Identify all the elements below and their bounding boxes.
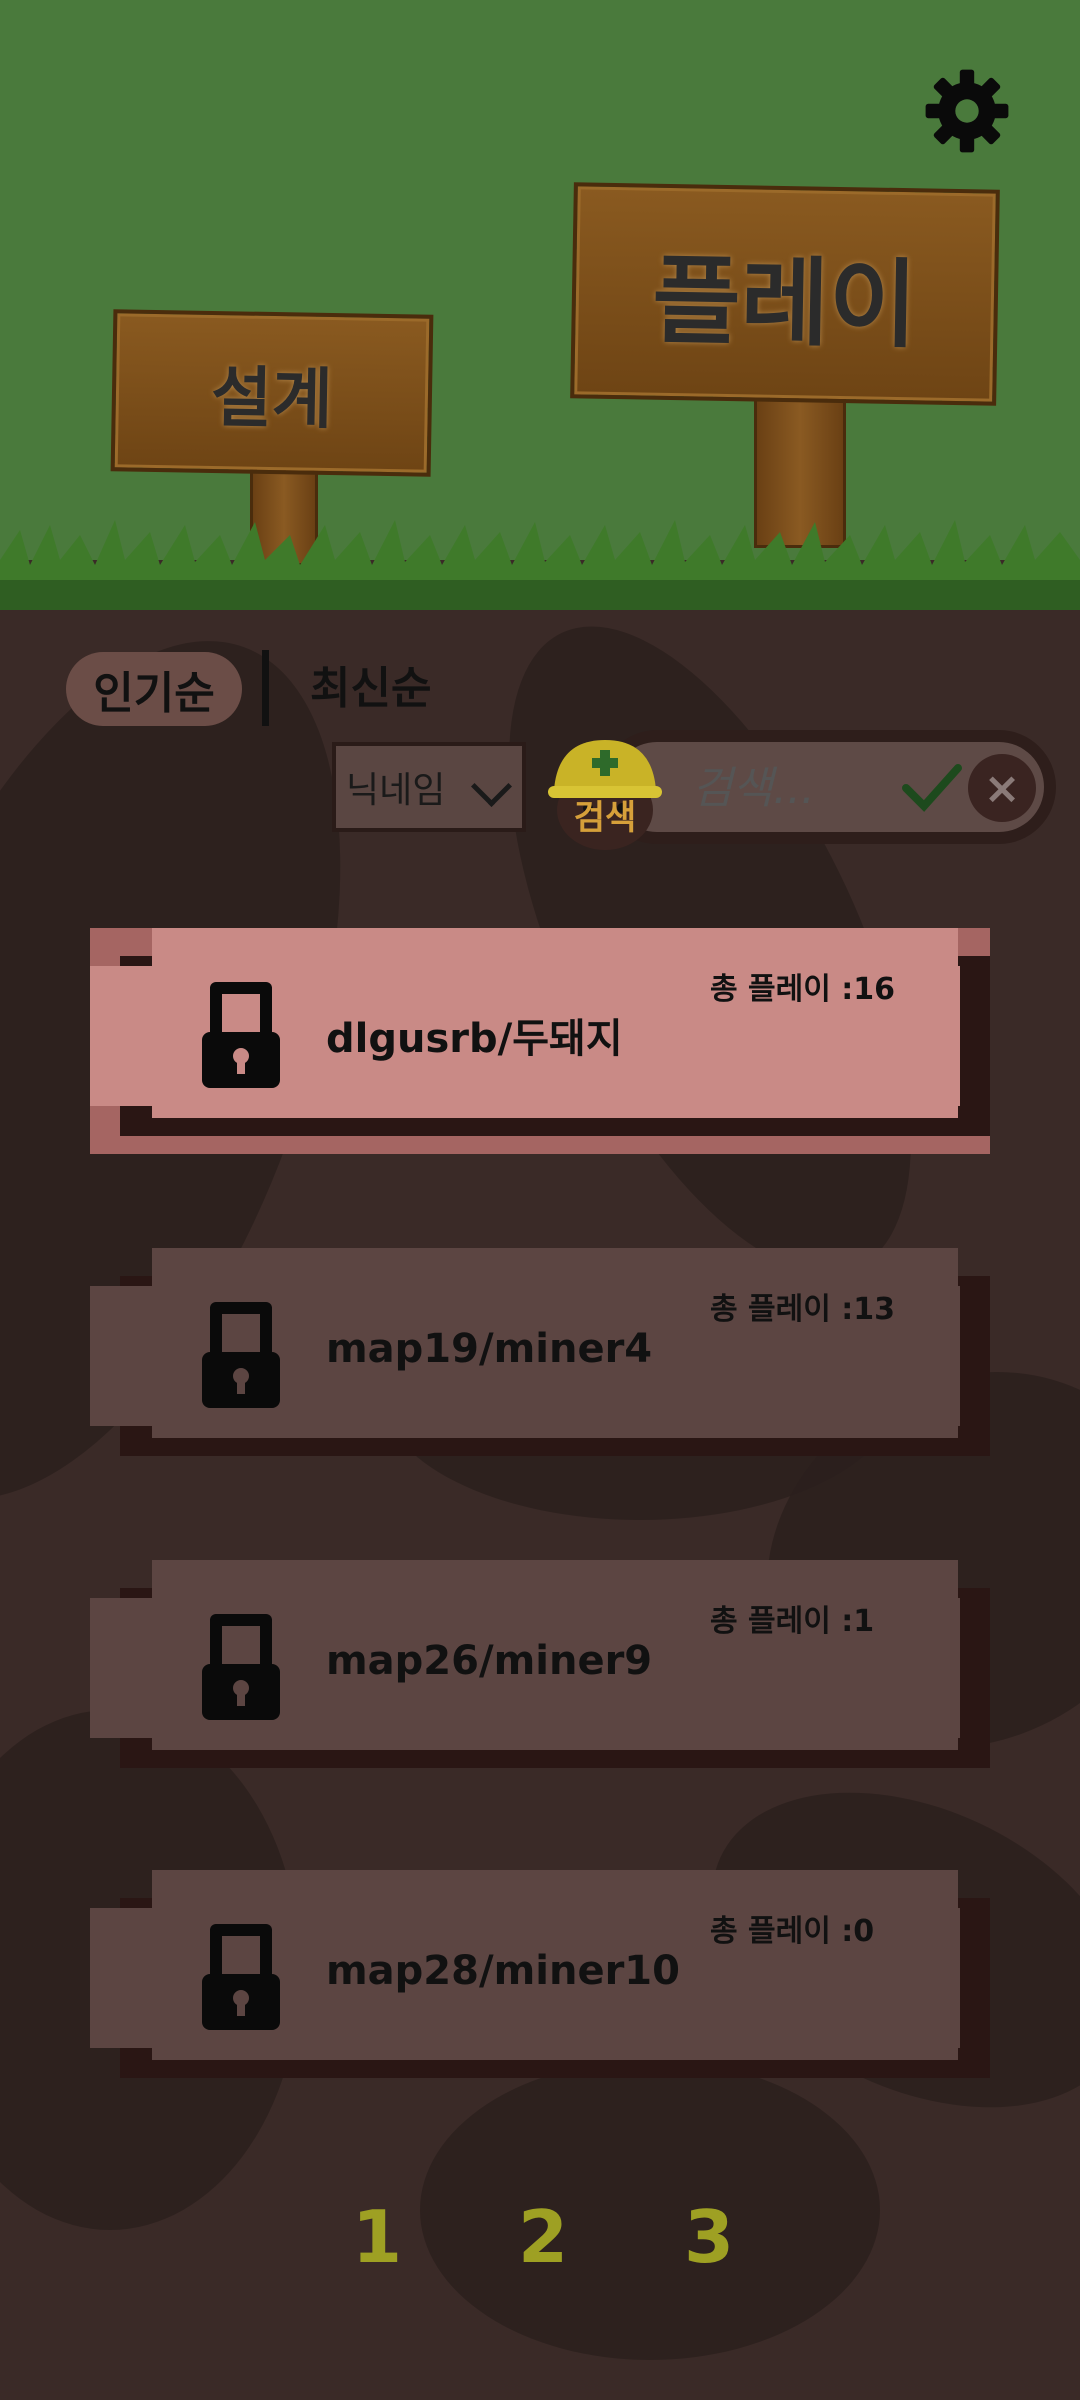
map-list-item[interactable]: 총 플레이 :13 map19/miner4 <box>90 1248 990 1468</box>
confirm-check-icon[interactable] <box>902 762 962 812</box>
map-play-count: 총 플레이 :0 <box>710 1914 875 1949</box>
design-sign-label: 설계 <box>210 358 334 439</box>
map-list-item[interactable]: 총 플레이 :0 map28/miner10 <box>90 1870 990 2090</box>
clear-search-button[interactable]: × <box>968 754 1036 822</box>
map-list-item[interactable]: 총 플레이 :1 map26/miner9 <box>90 1560 990 1780</box>
search-filter-dropdown[interactable]: 닉네임 <box>332 742 526 832</box>
map-title: map19/miner4 <box>326 1326 653 1372</box>
search-filter-label: 닉네임 <box>346 770 446 811</box>
page-1-button[interactable]: 1 <box>352 2195 402 2279</box>
page-2-button[interactable]: 2 <box>518 2195 568 2279</box>
settings-gear-icon[interactable] <box>922 66 1012 156</box>
search-input[interactable] <box>690 750 894 826</box>
map-title: map26/miner9 <box>326 1638 653 1684</box>
map-title: map28/miner10 <box>326 1948 680 1994</box>
lock-icon <box>202 1614 280 1720</box>
grass-strip <box>0 520 1080 610</box>
lock-icon <box>202 1302 280 1408</box>
sort-popular-tab[interactable]: 인기순 <box>66 652 242 726</box>
lock-icon <box>202 1924 280 2030</box>
lock-icon <box>202 982 280 1088</box>
sort-latest-tab[interactable]: 최신순 <box>310 652 431 726</box>
sort-divider <box>262 650 269 726</box>
map-play-count: 총 플레이 :16 <box>710 972 896 1007</box>
page-3-button[interactable]: 3 <box>684 2195 734 2279</box>
map-play-count: 총 플레이 :1 <box>710 1604 875 1639</box>
map-play-count: 총 플레이 :13 <box>710 1292 896 1327</box>
chevron-down-icon <box>470 765 513 808</box>
map-title: dlgusrb/두돼지 <box>326 1016 623 1062</box>
map-list-item[interactable]: 총 플레이 :16 dlgusrb/두돼지 <box>90 928 990 1154</box>
play-sign-label: 플레이 <box>651 244 919 361</box>
mole-search-label: 검색 <box>573 798 637 838</box>
